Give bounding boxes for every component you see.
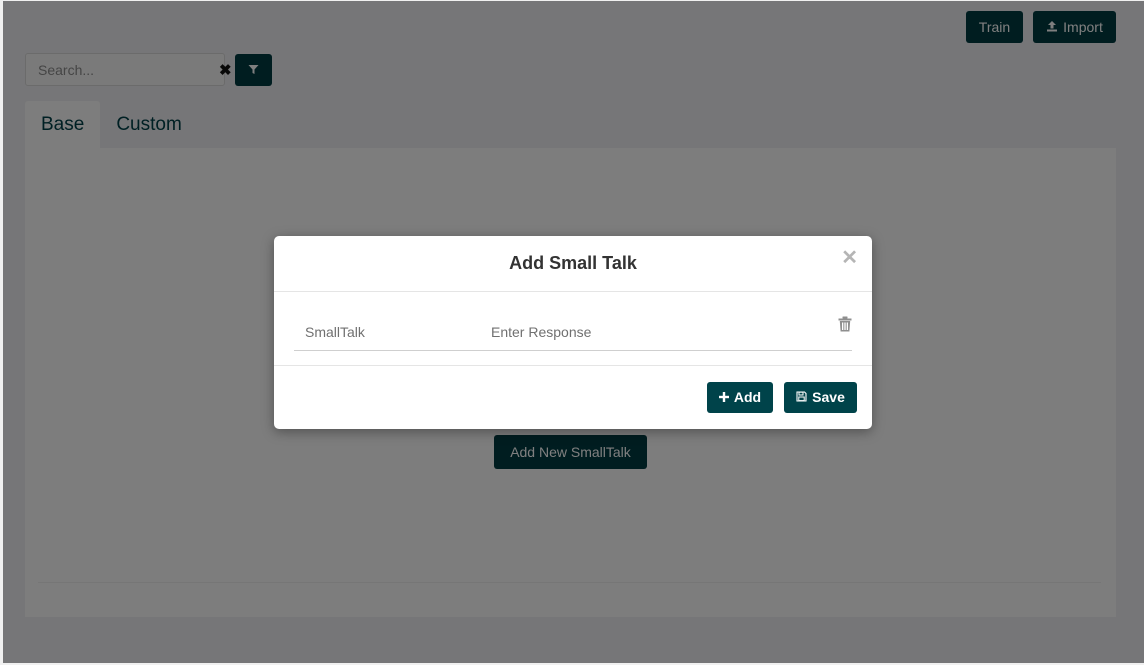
modal-body — [274, 292, 872, 366]
modal-title: Add Small Talk — [509, 253, 637, 273]
close-icon[interactable]: ✕ — [841, 248, 858, 268]
plus-icon — [718, 389, 729, 405]
save-button-label: Save — [812, 389, 845, 405]
save-icon — [796, 389, 807, 405]
smalltalk-row — [294, 314, 852, 351]
smalltalk-input[interactable] — [305, 324, 475, 340]
add-button-label: Add — [733, 389, 762, 405]
trash-icon[interactable] — [838, 316, 852, 337]
response-input[interactable] — [491, 324, 821, 340]
modal-footer: Add Save — [274, 366, 872, 428]
modal-header: Add Small Talk ✕ — [274, 236, 872, 292]
save-button[interactable]: Save — [784, 381, 857, 413]
add-small-talk-modal: Add Small Talk ✕ Add — [274, 236, 872, 429]
add-button[interactable]: Add — [707, 381, 773, 413]
